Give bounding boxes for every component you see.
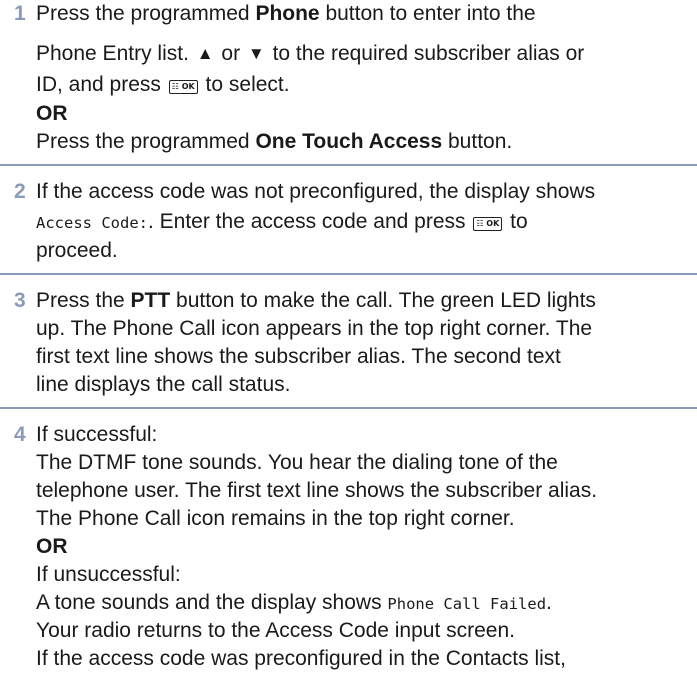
step-text-line: If successful: <box>36 423 158 446</box>
ptt-button-name: PTT <box>130 289 171 312</box>
text: Phone Entry list. <box>36 42 195 65</box>
step-body: If successful: The DTMF tone sounds. You… <box>36 421 691 673</box>
step-text-line: Access Code:. Enter the access code and … <box>36 206 691 237</box>
step-divider <box>0 273 697 275</box>
menu-ok-key-icon: ☷ OK <box>473 217 503 231</box>
step-text-line: proceed. <box>36 239 118 262</box>
procedure-steps: 1 Press the programmed Phone button to e… <box>0 0 697 673</box>
down-arrow-icon: ▼ <box>247 44 265 63</box>
step-text-line: The DTMF tone sounds. You hear the diali… <box>36 451 558 474</box>
step-text-line: If unsuccessful: <box>36 563 181 586</box>
step-number: 2 <box>14 180 26 203</box>
step-divider <box>0 407 697 409</box>
step-text-line: Press the programmed One Touch Access bu… <box>36 128 691 156</box>
step-body: Press the programmed Phone button to ent… <box>36 0 691 156</box>
step-2: 2 If the access code was not preconfigur… <box>0 178 697 265</box>
step-body: If the access code was not preconfigured… <box>36 178 691 265</box>
one-touch-access-button-name: One Touch Access <box>255 130 443 153</box>
step-text-line: Press the programmed Phone button to ent… <box>36 0 691 38</box>
text: . Enter the access code and press <box>147 210 472 233</box>
text: . <box>546 591 552 614</box>
step-number: 4 <box>14 423 26 446</box>
text: to select. <box>199 73 290 96</box>
display-text-phone-call-failed: Phone Call Failed <box>387 595 547 613</box>
text: Press the programmed <box>36 2 256 25</box>
step-text-line: If the access code was preconfigured in … <box>36 647 566 670</box>
step-3: 3 Press the PTT button to make the call.… <box>0 287 697 399</box>
text: button to enter into the <box>319 2 536 25</box>
step-text-line: Press the PTT button to make the call. T… <box>36 287 691 315</box>
display-text-access-code: Access Code: <box>36 214 148 232</box>
text: button. <box>442 130 513 153</box>
menu-ok-key-icon: ☷ OK <box>168 80 198 94</box>
text: to the required subscriber alias or <box>266 42 585 65</box>
step-text-line: If the access code was not preconfigured… <box>36 180 596 203</box>
or-label: OR <box>36 535 68 558</box>
step-text-line: first text line shows the subscriber ali… <box>36 345 561 368</box>
text: Press the programmed <box>36 130 256 153</box>
step-number: 1 <box>14 2 26 25</box>
text: to <box>504 210 528 233</box>
step-text-line: telephone user. The first text line show… <box>36 479 598 502</box>
phone-button-name: Phone <box>255 2 320 25</box>
step-text-line: Phone Entry list. ▲ or ▼ to the required… <box>36 38 691 69</box>
step-text-line: Your radio returns to the Access Code in… <box>36 619 516 642</box>
text: A tone sounds and the display shows <box>36 591 388 614</box>
step-text-line: up. The Phone Call icon appears in the t… <box>36 317 593 340</box>
step-4: 4 If successful: The DTMF tone sounds. Y… <box>0 421 697 673</box>
up-arrow-icon: ▲ <box>196 44 214 63</box>
step-1: 1 Press the programmed Phone button to e… <box>0 0 697 156</box>
or-label: OR <box>36 102 68 125</box>
step-body: Press the PTT button to make the call. T… <box>36 287 691 399</box>
step-text-line: A tone sounds and the display shows Phon… <box>36 589 691 617</box>
step-text-line: line displays the call status. <box>36 373 291 396</box>
step-text-line: ID, and press ☷ OK to select. <box>36 69 691 100</box>
text: or <box>215 42 246 65</box>
text: ID, and press <box>36 73 167 96</box>
text: Press the <box>36 289 131 312</box>
text: button to make the call. The green LED l… <box>170 289 596 312</box>
step-number: 3 <box>14 289 26 312</box>
step-divider <box>0 164 697 166</box>
step-text-line: The Phone Call icon remains in the top r… <box>36 507 515 530</box>
